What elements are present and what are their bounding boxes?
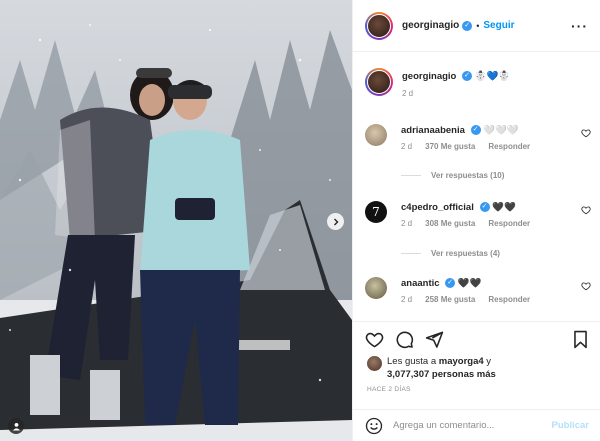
- verified-icon: ✓: [462, 20, 473, 31]
- author-avatar[interactable]: [365, 11, 393, 40]
- add-comment-bar: Publicar: [353, 409, 600, 441]
- verified-icon: ✓: [479, 202, 490, 213]
- author-username[interactable]: georginagio: [402, 20, 459, 31]
- caption-text: ☃️💙☃️: [474, 71, 511, 82]
- commenter-username[interactable]: c4pedro_official: [401, 202, 474, 213]
- snow-scene-image: [0, 0, 352, 441]
- likes-prefix: Les gusta a: [387, 356, 437, 367]
- commenter-username[interactable]: adrianaabenia: [401, 125, 465, 136]
- action-icons-bar: [365, 330, 589, 350]
- verified-icon: ✓: [470, 125, 481, 136]
- liker-avatar[interactable]: [367, 356, 382, 371]
- heart-icon[interactable]: [365, 330, 384, 349]
- post-timestamp[interactable]: HACE 2 DÍAS: [367, 386, 411, 393]
- view-replies-button[interactable]: Ver respuestas (4): [401, 249, 500, 258]
- reply-button[interactable]: Responder: [488, 295, 530, 304]
- comment-item: anaantic ✓ 🖤🖤 2 d 258 Me gusta Responder: [365, 277, 591, 304]
- caption: georginagio ✓ ☃️💙☃️ 2 d: [365, 68, 591, 98]
- bookmark-icon[interactable]: [572, 330, 589, 349]
- liker-username[interactable]: mayorga4: [439, 356, 484, 367]
- view-replies-label: Ver respuestas (4): [431, 249, 500, 258]
- comment-text: 🖤🖤: [457, 278, 482, 289]
- caption-time[interactable]: 2 d: [402, 89, 413, 98]
- comment-like-heart-icon[interactable]: [581, 128, 591, 138]
- likes-count[interactable]: 3,077,307 personas más: [387, 369, 496, 380]
- likes-connector: y: [486, 356, 492, 367]
- comment-likes[interactable]: 370 Me gusta: [425, 142, 475, 151]
- view-replies-label: Ver respuestas (10): [431, 171, 505, 180]
- share-icon[interactable]: [425, 330, 444, 349]
- comment-input[interactable]: [393, 420, 552, 431]
- likes-summary: Les gusta a mayorga4 y 3,077,307 persona…: [367, 355, 496, 381]
- emoji-icon[interactable]: [365, 417, 383, 435]
- commenter-avatar[interactable]: [365, 124, 387, 146]
- user-tag-icon: [12, 422, 20, 431]
- post-sidebar: georginagio ✓ • Seguir ··· georginagio ✓…: [352, 0, 600, 441]
- commenter-avatar[interactable]: [365, 277, 387, 299]
- caption-avatar[interactable]: [365, 68, 393, 96]
- comment-time[interactable]: 2 d: [401, 295, 412, 304]
- post-actions: Les gusta a mayorga4 y 3,077,307 persona…: [353, 321, 600, 409]
- comment-item: 7 c4pedro_official ✓ 🖤🖤 2 d 308 Me gusta…: [365, 201, 591, 228]
- chevron-right-icon: [333, 218, 338, 225]
- header-separator: •: [476, 20, 480, 31]
- follow-button[interactable]: Seguir: [483, 20, 514, 31]
- reply-button[interactable]: Responder: [488, 142, 530, 151]
- comment-text: 🤍🤍🤍: [483, 125, 519, 136]
- comment-like-heart-icon[interactable]: [581, 205, 591, 215]
- comment-like-heart-icon[interactable]: [581, 281, 591, 291]
- reply-button[interactable]: Responder: [488, 219, 530, 228]
- post-photo[interactable]: [0, 0, 352, 441]
- comment-item: adrianaabenia ✓ 🤍🤍🤍 2 d 370 Me gusta Res…: [365, 124, 591, 151]
- tagged-users-button[interactable]: [8, 418, 24, 434]
- comment-icon[interactable]: [395, 330, 414, 349]
- comment-likes[interactable]: 308 Me gusta: [425, 219, 475, 228]
- post-header: georginagio ✓ • Seguir ···: [353, 0, 600, 52]
- publish-button[interactable]: Publicar: [552, 420, 590, 431]
- verified-icon: ✓: [445, 278, 456, 289]
- view-replies-button[interactable]: Ver respuestas (10): [401, 171, 504, 180]
- comments-list: georginagio ✓ ☃️💙☃️ 2 d adrianaabenia ✓ …: [353, 52, 600, 320]
- caption-username[interactable]: georginagio: [402, 71, 456, 82]
- verified-icon: ✓: [462, 71, 473, 82]
- comment-likes[interactable]: 258 Me gusta: [425, 295, 475, 304]
- comment-time[interactable]: 2 d: [401, 219, 412, 228]
- next-photo-button[interactable]: [327, 213, 344, 230]
- comment-time[interactable]: 2 d: [401, 142, 412, 151]
- comment-text: 🖤🖤: [492, 202, 516, 213]
- commenter-avatar[interactable]: 7: [365, 201, 387, 223]
- commenter-username[interactable]: anaantic: [401, 278, 440, 289]
- more-options-button[interactable]: ···: [571, 18, 588, 34]
